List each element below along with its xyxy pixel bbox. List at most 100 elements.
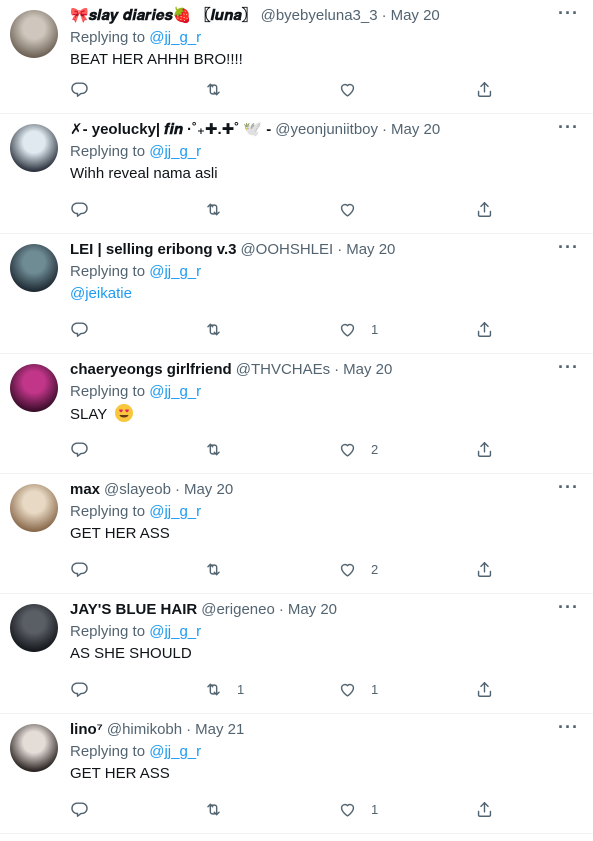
reply-button[interactable] [70,680,103,699]
retweet-button[interactable] [204,80,237,99]
display-name[interactable]: JAY'S BLUE HAIR [70,600,197,620]
like-button[interactable]: 1 [338,800,378,819]
tweet-header: max @slayeob · May 20 [70,480,581,500]
reply-button[interactable] [70,800,103,819]
share-button[interactable] [475,440,494,459]
replying-to-mention[interactable]: @jj_g_r [149,503,201,520]
tweet-7[interactable]: ··· lino⁷ @himikobh · May 21 Replying to… [0,714,593,834]
like-button[interactable] [338,80,371,99]
heart-icon [338,680,357,699]
retweet-icon [204,320,223,339]
retweet-icon [204,560,223,579]
tweet-3[interactable]: ··· LEI | selling eribong v.3 @OOHSHLEI … [0,234,593,354]
like-button[interactable]: 1 [338,320,378,339]
user-handle[interactable]: @slayeob [104,480,171,500]
tweet-date[interactable]: May 20 [391,120,440,140]
replying-to-line: Replying to @jj_g_r [70,262,581,282]
tweet-date[interactable]: May 20 [184,480,233,500]
reply-button[interactable] [70,200,103,219]
reply-button[interactable] [70,440,103,459]
tweet-date[interactable]: May 21 [195,720,244,740]
retweet-icon [204,680,223,699]
user-handle[interactable]: @yeonjuniitboy [275,120,378,140]
retweet-button[interactable]: 1 [204,680,244,699]
share-button[interactable] [475,680,494,699]
share-button[interactable] [475,560,494,579]
avatar[interactable] [10,124,58,172]
tweet-header: JAY'S BLUE HAIR @erigeneo · May 20 [70,600,581,620]
avatar[interactable] [10,10,58,58]
tweet-text-body: GET HER ASS [70,765,170,782]
tweet-text-body: AS SHE SHOULD [70,645,192,662]
tweet-header: chaeryeongs girlfriend @THVCHAEs · May 2… [70,360,581,380]
retweet-button[interactable] [204,320,237,339]
tweet-2[interactable]: ··· ✗- yeolucky| 𝒇𝒊𝒏 ·˚₊✚.✚˚ 🕊️ - @yeonj… [0,114,593,234]
heart-icon [338,200,357,219]
avatar[interactable] [10,484,58,532]
tweet-header: lino⁷ @himikobh · May 21 [70,720,581,740]
replying-to-mention[interactable]: @jj_g_r [149,383,201,400]
user-handle[interactable]: @erigeneo [201,600,275,620]
retweet-button[interactable] [204,560,237,579]
share-button[interactable] [475,800,494,819]
user-handle[interactable]: @himikobh [107,720,182,740]
avatar[interactable] [10,724,58,772]
like-button[interactable] [338,200,371,219]
display-name[interactable]: lino⁷ [70,720,103,740]
avatar[interactable] [10,364,58,412]
tweet-text: GET HER ASS [70,764,581,784]
replying-to-mention[interactable]: @jj_g_r [149,29,201,46]
separator-dot: · [382,121,388,138]
replying-to-mention[interactable]: @jj_g_r [149,263,201,280]
tweet-date[interactable]: May 20 [288,600,337,620]
reply-icon [70,560,89,579]
share-button[interactable] [475,320,494,339]
avatar[interactable] [10,604,58,652]
share-button[interactable] [475,200,494,219]
tweet-1[interactable]: ··· 🎀𝒔𝒍𝒂𝒚 𝒅𝒊𝒂𝒓𝒊𝒆𝒔🍓 〖𝒍𝒖𝒏𝒂〗 @byebyeluna3_3… [0,0,593,114]
reply-button[interactable] [70,80,103,99]
retweet-button[interactable] [204,440,237,459]
tweet-6[interactable]: ··· JAY'S BLUE HAIR @erigeneo · May 20 R… [0,594,593,714]
tweet-text-body: @jeikatie [70,285,132,302]
reply-icon [70,320,89,339]
user-handle[interactable]: @THVCHAEs [236,360,330,380]
replying-to-line: Replying to @jj_g_r [70,28,581,48]
retweet-button[interactable] [204,800,237,819]
display-name[interactable]: max [70,480,100,500]
display-name[interactable]: ✗- yeolucky| 𝒇𝒊𝒏 ·˚₊✚.✚˚ 🕊️ - [70,120,271,140]
reply-button[interactable] [70,560,103,579]
display-name[interactable]: chaeryeongs girlfriend [70,360,232,380]
display-name[interactable]: LEI | selling eribong v.3 [70,240,236,260]
tweet-date[interactable]: May 20 [343,360,392,380]
like-button[interactable]: 1 [338,680,378,699]
replying-to-label: Replying to [70,29,146,46]
tweet-date[interactable]: May 20 [391,6,440,26]
replying-to-mention[interactable]: @jj_g_r [149,143,201,160]
reply-icon [70,80,89,99]
tweet-5[interactable]: ··· max @slayeob · May 20 Replying to @j… [0,474,593,594]
avatar[interactable] [10,244,58,292]
tweet-text: SLAY [70,404,581,425]
reply-button[interactable] [70,320,103,339]
separator-dot: · [381,7,387,24]
heart-icon [338,560,357,579]
like-button[interactable]: 2 [338,560,378,579]
display-name[interactable]: 🎀𝒔𝒍𝒂𝒚 𝒅𝒊𝒂𝒓𝒊𝒆𝒔🍓 〖𝒍𝒖𝒏𝒂〗 [70,6,257,26]
separator-dot: · [278,601,284,618]
retweet-icon [204,200,223,219]
tweet-text-body: GET HER ASS [70,525,170,542]
retweet-button[interactable] [204,200,237,219]
replying-to-mention[interactable]: @jj_g_r [149,623,201,640]
replying-to-mention[interactable]: @jj_g_r [149,743,201,760]
tweet-text: BEAT HER AHHH BRO!!!! [70,50,581,70]
user-handle[interactable]: @OOHSHLEI [240,240,333,260]
like-button[interactable]: 2 [338,440,378,459]
tweet-date[interactable]: May 20 [346,240,395,260]
tweet-text-body: SLAY [70,406,107,423]
replying-to-line: Replying to @jj_g_r [70,622,581,642]
share-button[interactable] [475,80,494,99]
user-handle[interactable]: @byebyeluna3_3 [261,6,378,26]
tweet-text: GET HER ASS [70,524,581,544]
tweet-4[interactable]: ··· chaeryeongs girlfriend @THVCHAEs · M… [0,354,593,474]
